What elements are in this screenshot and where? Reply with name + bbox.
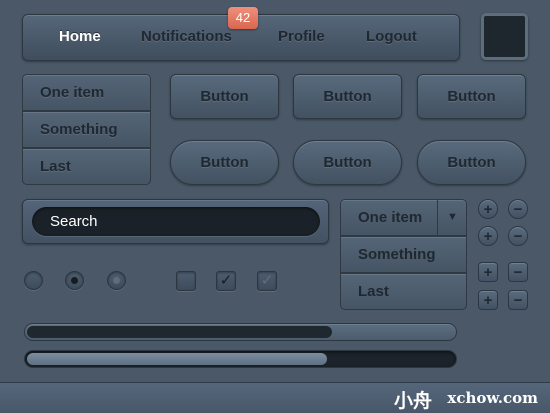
chevron-down-icon[interactable]: ▼ bbox=[437, 199, 467, 236]
nav-notifications[interactable]: Notifications bbox=[141, 14, 232, 60]
progress-fill-1 bbox=[27, 326, 332, 338]
notification-badge: 42 bbox=[228, 7, 258, 29]
list-item-something[interactable]: Something bbox=[22, 111, 151, 148]
plus-icon[interactable]: + bbox=[478, 226, 498, 246]
search-input[interactable] bbox=[32, 207, 320, 236]
plus-icon[interactable]: + bbox=[478, 199, 498, 219]
dropdown-option-something[interactable]: Something bbox=[340, 236, 467, 273]
minus-icon[interactable]: − bbox=[508, 290, 528, 310]
progress-bar-1 bbox=[24, 323, 457, 341]
button-rounded-3[interactable]: Button bbox=[417, 140, 526, 185]
list-item-one[interactable]: One item bbox=[22, 74, 151, 111]
watermark-url: xchow.com bbox=[447, 389, 538, 407]
checkbox-2[interactable]: ✓ bbox=[216, 271, 236, 291]
nav-logout[interactable]: Logout bbox=[366, 14, 417, 60]
plus-icon[interactable]: + bbox=[478, 290, 498, 310]
checkmark-icon: ✓ bbox=[219, 272, 233, 289]
dropdown-option-last[interactable]: Last bbox=[340, 273, 467, 310]
progress-bar-2 bbox=[24, 350, 457, 368]
minus-icon[interactable]: − bbox=[508, 262, 528, 282]
nav-home[interactable]: Home bbox=[59, 14, 101, 60]
button-rounded-1[interactable]: Button bbox=[170, 140, 279, 185]
radio-dot bbox=[71, 277, 78, 284]
checkbox-3[interactable]: ✓ bbox=[257, 271, 277, 291]
nav-profile[interactable]: Profile bbox=[278, 14, 325, 60]
square-button[interactable] bbox=[481, 13, 528, 60]
progress-fill-2 bbox=[27, 353, 327, 365]
minus-icon[interactable]: − bbox=[508, 226, 528, 246]
radio-button-3[interactable] bbox=[107, 271, 126, 290]
radio-dot-disabled bbox=[113, 277, 120, 284]
checkbox-1[interactable] bbox=[176, 271, 196, 291]
list-item-last[interactable]: Last bbox=[22, 148, 151, 185]
radio-button-2[interactable] bbox=[65, 271, 84, 290]
button-square-1[interactable]: Button bbox=[170, 74, 279, 119]
plus-icon[interactable]: + bbox=[478, 262, 498, 282]
button-square-2[interactable]: Button bbox=[293, 74, 402, 119]
checkmark-icon: ✓ bbox=[260, 272, 274, 289]
radio-button-1[interactable] bbox=[24, 271, 43, 290]
watermark-cn: 小舟 bbox=[393, 390, 432, 412]
minus-icon[interactable]: − bbox=[508, 199, 528, 219]
button-rounded-2[interactable]: Button bbox=[293, 140, 402, 185]
button-square-3[interactable]: Button bbox=[417, 74, 526, 119]
